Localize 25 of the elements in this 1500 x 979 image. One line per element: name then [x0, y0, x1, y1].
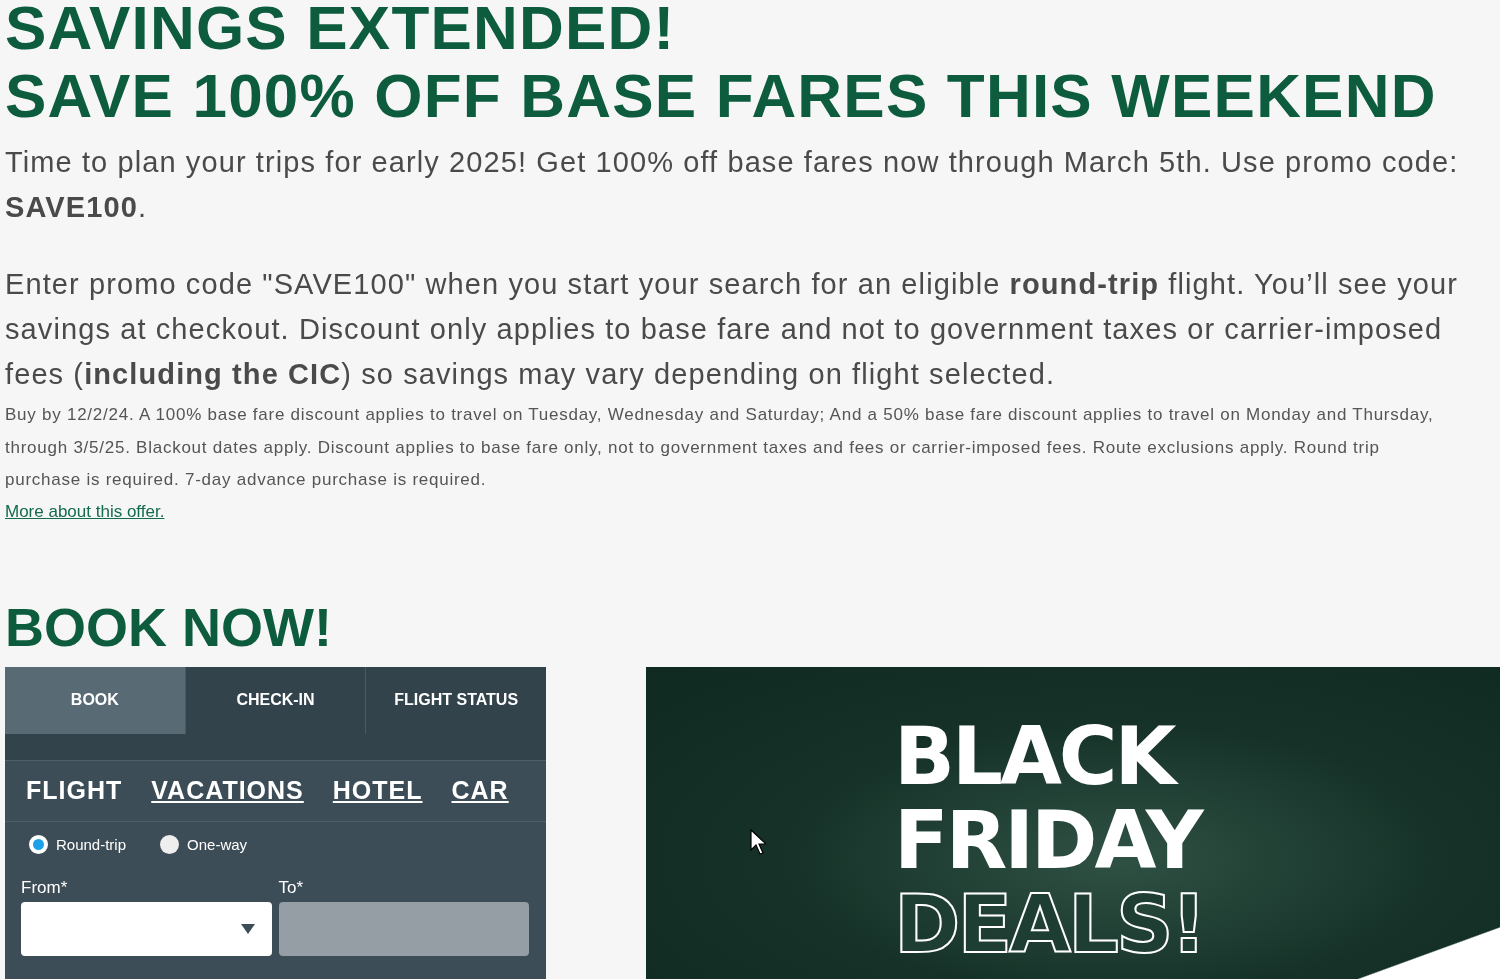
banner-text: FRIDAY: [894, 798, 1201, 883]
tab[interactable]: BOOK: [5, 666, 185, 734]
headline: SAVE 100% OFF BASE FARES THIS WEEKEND: [5, 62, 1437, 130]
dropdown-field[interactable]: [21, 901, 272, 956]
product-tab[interactable]: CAR: [451, 776, 509, 805]
field-label: To*: [278, 877, 304, 898]
radio-button[interactable]: [160, 835, 180, 854]
product-tab[interactable]: HOTEL: [332, 776, 423, 805]
product-tab[interactable]: FLIGHT: [26, 776, 123, 805]
details-paragraph: Enter promo code "SAVE100" when you start your search for an eligible round-trip flight. You’ll see your savings at checkout. Discount only applies to base fare and not to government taxes or carrier-imposed fees (including the CIC) so savings may vary depending on flight selected.: [5, 267, 1459, 392]
intro-paragraph: Time to plan your trips for early 2025! Get 100% off base fares now through March 5th. Use promo code: SAVE100.: [5, 145, 1460, 225]
cursor-icon: [750, 828, 766, 855]
radio-button[interactable]: [29, 835, 48, 854]
tab[interactable]: FLIGHT STATUS: [365, 666, 546, 734]
offer-link[interactable]: More about this offer.: [5, 496, 165, 527]
headline: SAVINGS EXTENDED!: [5, 0, 676, 62]
radio-label[interactable]: Round-trip: [56, 836, 127, 853]
product-tab[interactable]: VACATIONS: [151, 776, 304, 805]
tab[interactable]: CHECK-IN: [184, 666, 366, 734]
field-label: From*: [21, 877, 68, 898]
section-heading: BOOK NOW!: [5, 598, 332, 655]
radio-label[interactable]: One-way: [187, 836, 248, 853]
caret-icon: [240, 923, 255, 934]
fine-print: Buy by 12/2/24. A 100% base fare discount applies to travel on Tuesday, Wednesday and Saturday; And a 50% base fare discount applies to travel on Monday and Thursday, through 3/5/25. Blackout dates apply. Discount applies to base fare only, not to government taxes and fees or carrier-imposed fees. Route exclusions apply. Round trip purchase is required. 7-day advance purchase is required.: [5, 404, 1435, 491]
banner-text: DEALS!: [894, 882, 1205, 967]
